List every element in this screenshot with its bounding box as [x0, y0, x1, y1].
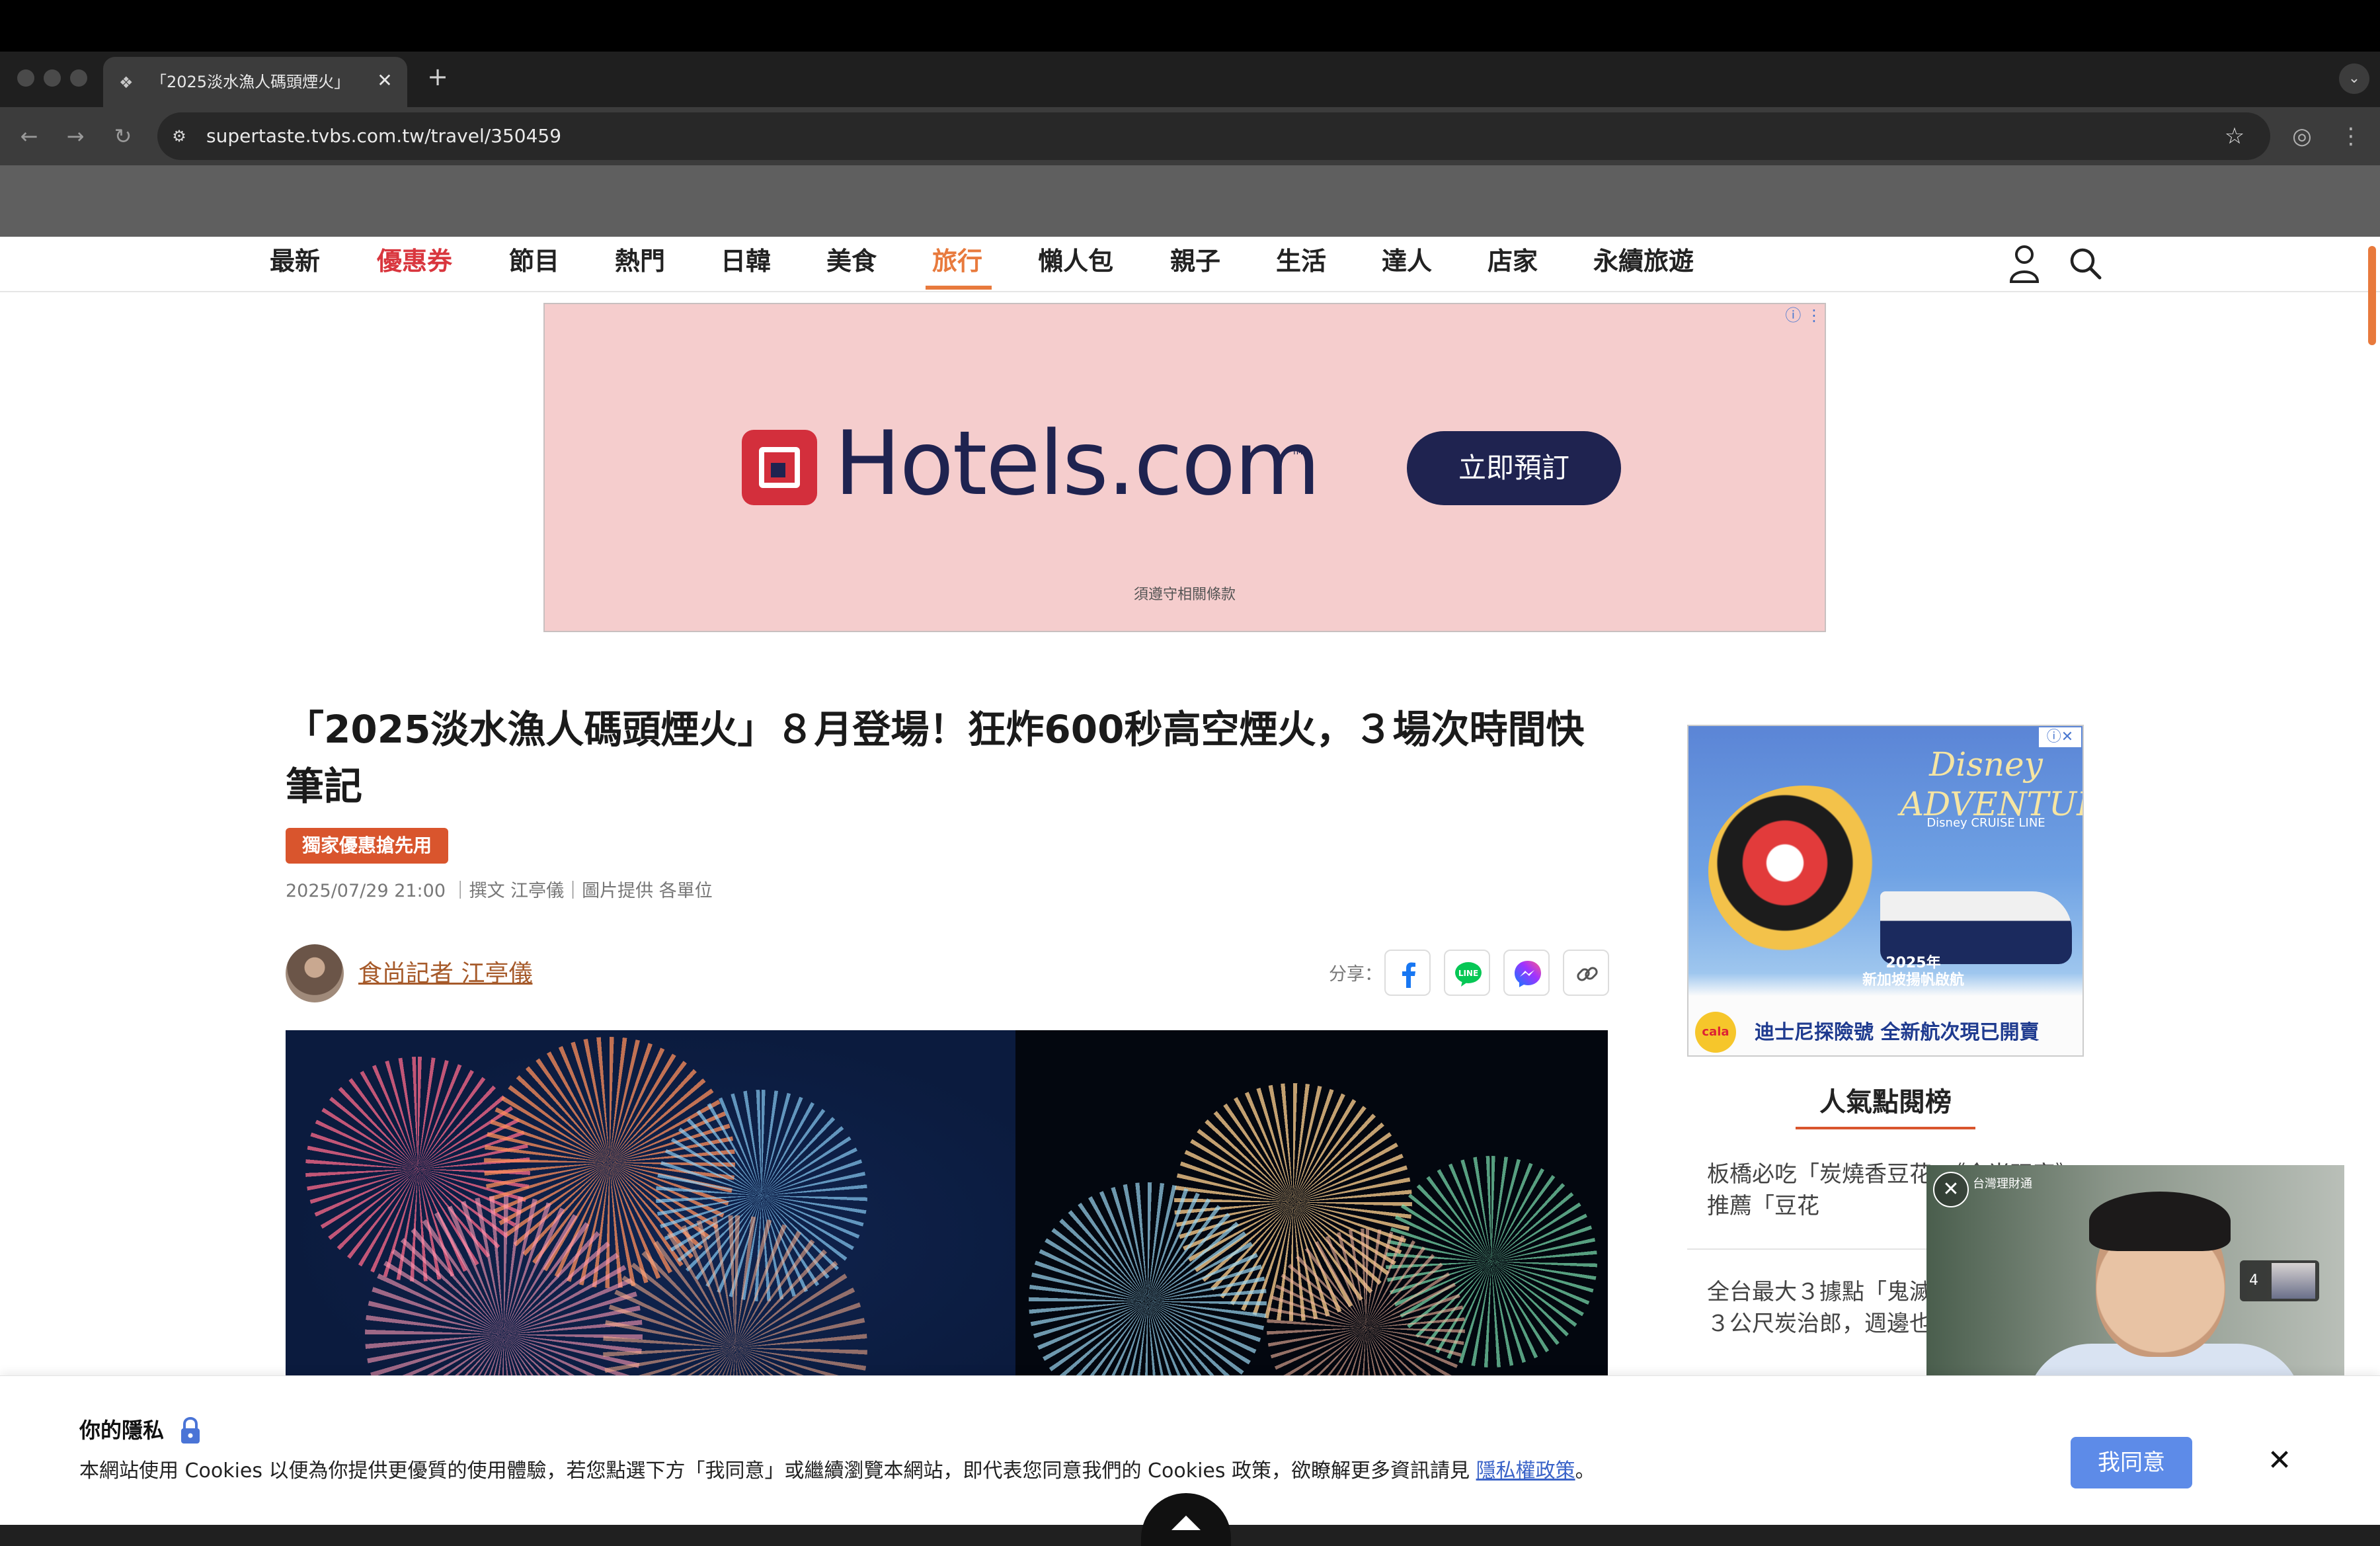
line-icon: LINE [1455, 962, 1482, 987]
hotels-logo-icon [742, 430, 817, 505]
share-line-button[interactable]: LINE [1444, 950, 1490, 996]
nav-item[interactable]: 最新 [270, 245, 320, 278]
ad-choices-icon[interactable]: ⓘ ⋮ [1780, 305, 1822, 325]
cruise-ship-image [1880, 891, 2072, 964]
cookie-description: 本網站使用 Cookies 以便為你提供更優質的使用體驗，若您點選下方「我同意」… [79, 1457, 1595, 1486]
cala-tour-logo: cala tour [1695, 1012, 1736, 1053]
forward-arrow-icon[interactable]: → [61, 122, 90, 151]
nav-item[interactable]: 美食 [826, 245, 877, 278]
site-info-icon[interactable]: ⚙ [167, 124, 192, 149]
profile-icon[interactable]: ◎ [2287, 122, 2317, 151]
disney-adventure-logo: Disney ADVENTURE [1900, 745, 2082, 823]
link-icon [1577, 967, 1598, 981]
disney-characters-image [1708, 786, 1900, 957]
bookmark-star-icon[interactable]: ☆ [2220, 122, 2249, 151]
nav-item[interactable]: 節目 [509, 245, 559, 278]
nav-item[interactable]: 永續旅遊 [1593, 245, 1694, 278]
author-link[interactable]: 食尚記者 江亭儀 [358, 959, 532, 989]
nav-item[interactable]: 店家 [1488, 245, 1538, 278]
nav-item[interactable]: 旅行 [932, 245, 982, 278]
nav-item[interactable]: 日韓 [721, 245, 771, 278]
url-text[interactable]: supertaste.tvbs.com.tw/travel/350459 [206, 123, 561, 149]
book-now-button[interactable]: 立即預訂 [1407, 431, 1621, 505]
privacy-policy-link[interactable]: 隱私權政策 [1476, 1459, 1575, 1483]
ad-date-text: 2025年 新加坡揚帆啟航 [1862, 955, 1964, 989]
reload-icon[interactable]: ↻ [108, 122, 138, 151]
ad-terms-text: 須遵守相關條款 [1133, 587, 1236, 603]
fireworks-photo-left [286, 1030, 1015, 1375]
nav-item[interactable]: 生活 [1276, 245, 1326, 278]
nav-active-underline [926, 286, 992, 290]
fireworks-photo-right [1015, 1030, 1608, 1375]
header-spacer [0, 165, 2380, 237]
video-brand-text: 台灣理財通 [1973, 1177, 2032, 1191]
page-scrollbar-thumb[interactable] [2368, 246, 2376, 345]
trademark-mark: ™ [1290, 448, 1305, 465]
next-video-countdown[interactable]: 4 [2240, 1260, 2319, 1301]
hotels-brand-text: Hotels.com [834, 412, 1321, 515]
cookie-text: 本網站使用 Cookies 以便為你提供更優質的使用體驗，若您點選下方「我同意」… [79, 1459, 1470, 1483]
article-meta: 2025/07/29 21:00 ｜撰文 江亭儀｜圖片提供 各單位 [286, 881, 713, 901]
author-avatar[interactable] [286, 944, 344, 1002]
svg-text:LINE: LINE [1458, 969, 1478, 978]
promo-tag-badge[interactable]: 獨家優惠搶先用 [286, 828, 448, 864]
ranking-underline [1796, 1127, 1975, 1129]
article-hero-image[interactable] [286, 1030, 1608, 1375]
agree-button[interactable]: 我同意 [2071, 1437, 2192, 1488]
disney-cruise-ad[interactable]: ⓘ✕ Disney ADVENTURE Disney CRUISE LINE 2… [1687, 725, 2084, 1057]
facebook-icon [1402, 962, 1415, 988]
cookie-close-icon[interactable]: ✕ [2261, 1442, 2298, 1479]
copy-link-button[interactable] [1563, 950, 1609, 996]
video-close-icon[interactable]: ✕ [1933, 1172, 1969, 1207]
disney-cruise-line-text: Disney CRUISE LINE [1926, 816, 2045, 830]
share-facebook-button[interactable] [1384, 950, 1431, 996]
tab-close-icon[interactable]: ✕ [373, 69, 397, 93]
ad-caption: 迪士尼探險號 全新航次現已開賣 [1755, 1021, 2040, 1044]
user-account-icon[interactable] [2007, 243, 2042, 283]
messenger-icon [1515, 961, 1541, 987]
new-tab-button[interactable]: + [424, 63, 451, 90]
back-arrow-icon[interactable]: ← [15, 122, 44, 151]
nav-item[interactable]: 懶人包 [1038, 245, 1113, 278]
tab-search-icon[interactable]: ⌄ [2339, 63, 2369, 94]
ranking-heading: 人氣點閱榜 [1819, 1087, 1952, 1118]
window-close-button[interactable] [17, 69, 34, 87]
share-label: 分享： [1329, 964, 1382, 985]
nav-item[interactable]: 親子 [1170, 245, 1220, 278]
chevron-up-icon [1171, 1516, 1201, 1530]
nav-item[interactable]: 優惠券 [377, 245, 452, 278]
video-frame-hair [2089, 1192, 2231, 1251]
cookie-suffix: 。 [1575, 1459, 1595, 1483]
countdown-number: 4 [2249, 1272, 2258, 1289]
tab-favicon-icon: ❖ [119, 73, 134, 92]
os-menu-bar [0, 0, 2380, 52]
tab-title: 「2025淡水漁人碼頭煙火」8/1 [151, 73, 349, 91]
browser-menu-icon[interactable]: ⋮ [2336, 122, 2365, 151]
next-video-thumbnail [2272, 1263, 2315, 1299]
window-zoom-button[interactable] [70, 69, 87, 87]
window-minimize-button[interactable] [44, 69, 61, 87]
hotels-ad-banner[interactable]: ⓘ ⋮ Hotels.com ™ 立即預訂 須遵守相關條款 [543, 303, 1826, 632]
article-title: 「2025淡水漁人碼頭煙火」８月登場！狂炸600秒高空煙火，３場次時間快筆記 [286, 707, 1585, 809]
nav-item[interactable]: 熱門 [615, 245, 665, 278]
share-messenger-button[interactable] [1503, 950, 1550, 996]
browser-tab[interactable]: ❖ 「2025淡水漁人碼頭煙火」8/1 ✕ [103, 57, 407, 107]
search-icon[interactable] [2068, 246, 2102, 280]
nav-item[interactable]: 達人 [1382, 245, 1432, 278]
lock-icon [181, 1416, 200, 1444]
floating-video-player[interactable]: ✕ 台灣理財通 4 [1926, 1165, 2344, 1398]
cookie-title: 你的隱私 [79, 1418, 165, 1443]
